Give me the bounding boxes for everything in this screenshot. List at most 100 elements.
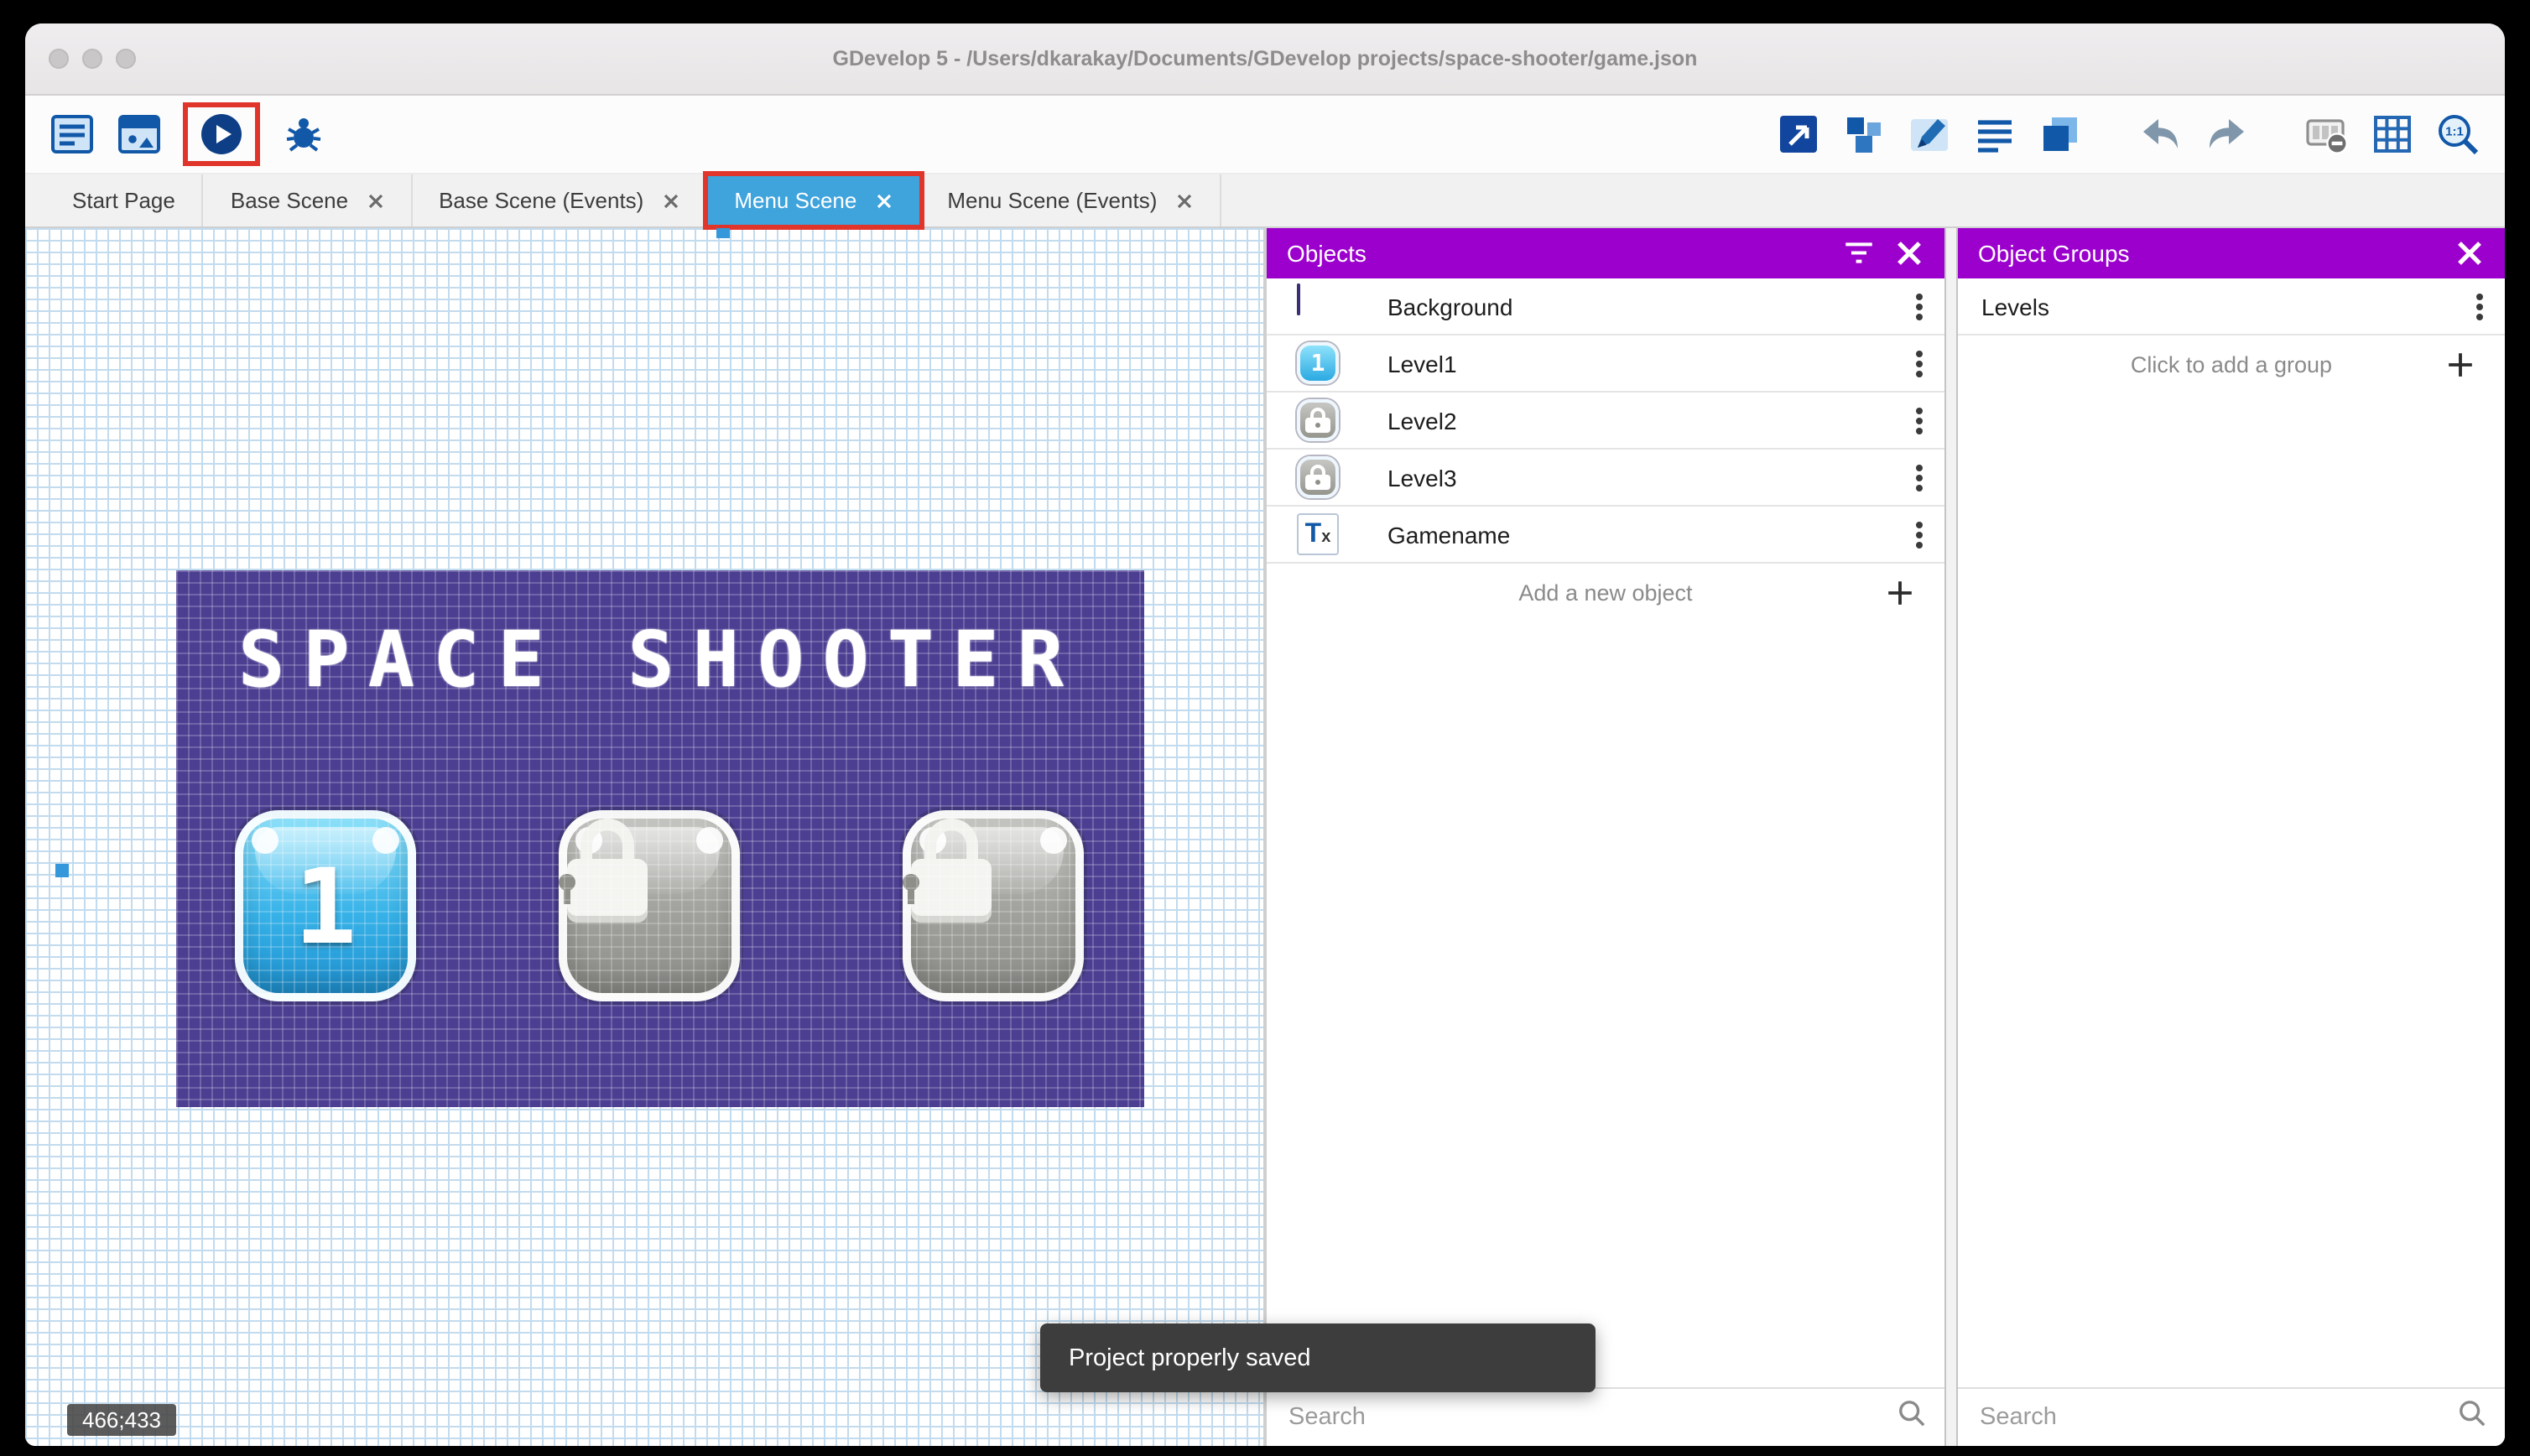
window-title: GDevelop 5 - /Users/dkarakay/Documents/G… [832,47,1698,70]
object-groups-panel-header: Object Groups [1958,228,2505,278]
scene-title-text-instance[interactable]: SPACE SHOOTER [176,614,1144,705]
button-highlight-dot [696,827,723,854]
grid-icon [2374,116,2411,153]
layers-button[interactable] [2037,111,2084,158]
button-highlight-dot [1040,827,1067,854]
close-window-button[interactable] [49,49,69,69]
toast-message: Project properly saved [1069,1344,1311,1371]
tab-label: Base Scene (Events) [439,188,644,213]
layers-icon [2043,117,2077,151]
toggle-grid-button[interactable] [2369,111,2416,158]
level3-thumbnail [1297,456,1339,498]
objects-panel-title: Objects [1287,240,1367,267]
scene-background-instance[interactable]: SPACE SHOOTER 1 [176,570,1144,1107]
object-row-level3[interactable]: Level3 [1267,450,1944,507]
kebab-menu-icon[interactable] [1894,335,1944,391]
tab-close-icon[interactable] [1175,192,1192,209]
debugger-button[interactable] [280,111,327,158]
start-page-button[interactable] [116,111,163,158]
properties-button[interactable] [1906,111,1953,158]
object-row-level2[interactable]: Level2 [1267,393,1944,450]
objects-panel: Objects Background 1 Level1 Level2 Level… [1267,228,1944,1446]
objects-panel-header: Objects [1267,228,1944,278]
objects-groups-splitter[interactable] [1944,228,1958,1446]
tab-base-scene-events[interactable]: Base Scene (Events) [412,174,708,226]
tab-label: Base Scene [230,188,349,213]
window-clip: GDevelop 5 - /Users/dkarakay/Documents/G… [25,23,2505,1446]
redo-button[interactable] [2203,111,2250,158]
kebab-menu-icon[interactable] [1894,507,1944,562]
redo-icon [2210,119,2244,148]
group-name: Levels [1981,293,2049,320]
object-name: Level2 [1387,407,1457,434]
preview-button-wrapper [183,102,260,166]
level1-thumbnail: 1 [1297,342,1339,384]
editor-tab-bar: Start Page Base Scene Base Scene (Events… [25,171,2505,230]
screenshot-stage: GDevelop 5 - /Users/dkarakay/Documents/G… [0,0,2530,1456]
groups-search-input[interactable] [1976,1402,2444,1433]
object-row-background[interactable]: Background [1267,278,1944,335]
selection-handle-left[interactable] [55,864,69,877]
object-name: Level3 [1387,464,1457,491]
preview-play-button[interactable] [198,111,245,158]
add-group-plus-icon[interactable] [2436,335,2485,393]
add-group-label: Click to add a group [2130,351,2333,377]
filter-icon[interactable] [1844,240,1874,267]
gdevelop-window: GDevelop 5 - /Users/dkarakay/Documents/G… [25,23,2505,1446]
toggle-instances-mask-button[interactable] [2304,111,2350,158]
zoom-reset-button[interactable]: 1:1 [2434,111,2481,158]
group-row-levels[interactable]: Levels [1958,278,2505,335]
instances-list-button[interactable] [1971,111,2018,158]
add-object-plus-icon[interactable] [1876,564,1924,621]
level3-button-instance[interactable] [903,810,1084,1001]
film-minus-icon [2306,119,2348,154]
pencil-icon [1911,119,1948,151]
tab-start-page[interactable]: Start Page [45,174,204,226]
objects-search-input[interactable] [1285,1402,1884,1433]
object-row-level1[interactable]: 1 Level1 [1267,335,1944,393]
tab-label: Menu Scene [734,188,857,213]
add-new-object-row[interactable]: Add a new object [1267,564,1944,621]
undo-button[interactable] [2137,111,2184,158]
level1-number: 1 [294,845,357,967]
kebab-menu-icon[interactable] [2455,278,2505,334]
tab-close-icon[interactable] [875,192,892,209]
instances-list-icon [1978,120,2012,153]
close-panel-icon[interactable] [1894,240,1924,267]
object-groups-button[interactable] [1840,111,1887,158]
close-panel-icon[interactable] [2455,240,2485,267]
objects-panel-icon [1780,116,1817,153]
objects-panel-button[interactable] [1775,111,1822,158]
tab-menu-scene[interactable]: Menu Scene [702,171,924,230]
project-manager-icon [51,115,93,153]
level2-button-instance[interactable] [559,810,740,1001]
add-new-object-label: Add a new object [1518,580,1693,605]
tab-base-scene[interactable]: Base Scene [204,174,413,226]
tab-close-icon[interactable] [367,192,383,209]
undo-icon [2143,119,2178,148]
title-bar: GDevelop 5 - /Users/dkarakay/Documents/G… [25,23,2505,96]
tab-label: Menu Scene (Events) [947,188,1158,213]
kebab-menu-icon[interactable] [1894,278,1944,334]
main-toolbar: 1:1 [25,96,2505,174]
scene-editor-canvas[interactable]: SPACE SHOOTER 1 466;433 [25,228,1263,1446]
objects-search-row [1267,1387,1944,1446]
level1-button-instance[interactable]: 1 [235,810,416,1001]
content-area: SPACE SHOOTER 1 466;433 Objects Backgrou… [25,228,2505,1446]
kebab-menu-icon[interactable] [1894,450,1944,505]
project-manager-button[interactable] [49,111,96,158]
object-groups-icon [1847,117,1881,153]
tab-close-icon[interactable] [662,192,679,209]
text-object-thumbnail: Tx [1297,513,1339,555]
selection-handle-top[interactable] [716,228,730,238]
object-row-gamename[interactable]: Tx Gamename [1267,507,1944,564]
add-group-row[interactable]: Click to add a group [1958,335,2505,393]
zoom-window-button[interactable] [116,49,136,69]
kebab-menu-icon[interactable] [1894,393,1944,448]
search-icon [1898,1399,1926,1436]
background-thumbnail [1297,283,1339,327]
tab-menu-scene-events[interactable]: Menu Scene (Events) [920,174,1221,226]
object-name: Level1 [1387,350,1457,377]
minimize-window-button[interactable] [82,49,102,69]
start-page-icon [118,115,160,153]
